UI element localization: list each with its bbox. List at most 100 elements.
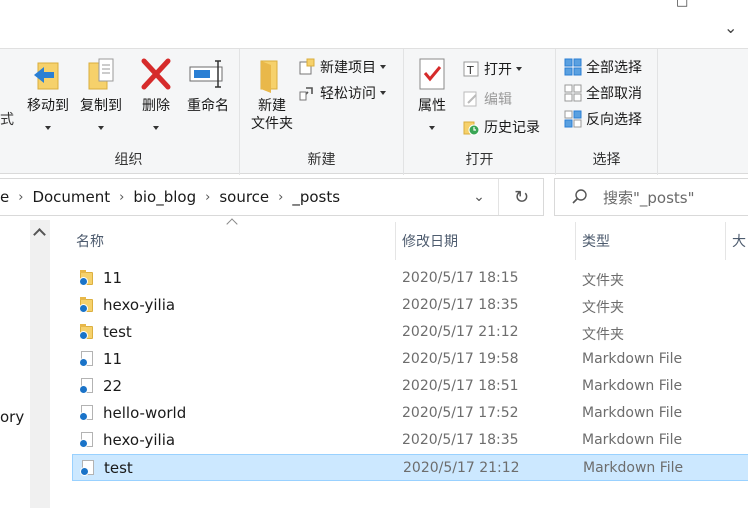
file-row[interactable]: hexo-yilia 2020/5/17 18:35 Markdown File: [72, 427, 748, 454]
properties-label: 属性: [418, 98, 446, 114]
markdown-file-icon: [80, 460, 95, 477]
edit-label: 编辑: [484, 92, 512, 108]
breadcrumb-separator-icon[interactable]: ›: [15, 190, 26, 205]
select-group-label: 选择: [592, 152, 621, 168]
ribbon-group-select: 全部选择 全部取消 反向选择 选择: [556, 49, 658, 175]
select-all-button[interactable]: 全部选择: [564, 55, 642, 79]
breadcrumb-separator-icon[interactable]: ›: [116, 190, 127, 205]
new-folder-button[interactable]: 新建 文件夹: [244, 55, 300, 133]
properties-button[interactable]: 属性: [412, 55, 452, 135]
collapse-ribbon-icon[interactable]: ⌄: [724, 18, 737, 37]
svg-text:T: T: [466, 64, 474, 77]
new-item-caret-icon: [380, 65, 386, 69]
file-row[interactable]: hello-world 2020/5/17 17:52 Markdown File: [72, 400, 748, 427]
move-to-button[interactable]: 移动到: [24, 55, 72, 135]
file-type: Markdown File: [582, 378, 683, 394]
breadcrumb-item[interactable]: source: [213, 188, 275, 206]
file-type: 文件夹: [582, 273, 624, 289]
select-none-button[interactable]: 全部取消: [564, 81, 642, 105]
search-input[interactable]: 搜索"_posts": [554, 178, 748, 216]
history-button[interactable]: 历史记录: [462, 115, 540, 139]
select-all-label: 全部选择: [586, 60, 642, 76]
ribbon-group-organize: 移动到 复制到 删除 重命名 组织: [18, 49, 240, 175]
folder-row[interactable]: hexo-yilia 2020/5/17 18:35 文件夹: [72, 292, 748, 319]
easy-access-icon: [298, 84, 316, 102]
file-type: Markdown File: [582, 351, 683, 367]
file-modified-date: 2020/5/17 17:52: [402, 405, 519, 421]
delete-button[interactable]: 删除: [136, 55, 176, 135]
file-row[interactable]: 11 2020/5/17 19:58 Markdown File: [72, 346, 748, 373]
move-to-caret-icon: [45, 126, 51, 130]
file-type: Markdown File: [582, 432, 683, 448]
delete-icon: [140, 55, 172, 93]
folder-row[interactable]: test 2020/5/17 21:12 文件夹: [72, 319, 748, 346]
properties-icon: [417, 55, 447, 93]
file-name: test: [104, 459, 133, 477]
folder-icon: [79, 270, 94, 287]
easy-access-caret-icon: [380, 91, 386, 95]
rename-button[interactable]: 重命名: [182, 55, 234, 115]
select-none-label: 全部取消: [586, 86, 642, 102]
markdown-file-icon: [79, 405, 94, 422]
navigation-scrollbar[interactable]: [30, 220, 50, 508]
breadcrumb-separator-icon[interactable]: ›: [275, 190, 286, 205]
file-name: test: [103, 323, 132, 341]
column-header-name[interactable]: 名称: [72, 222, 396, 260]
markdown-file-icon: [79, 432, 94, 449]
easy-access-label: 轻松访问: [320, 86, 376, 102]
navigation-item-label[interactable]: ory: [0, 408, 24, 426]
new-folder-label-2: 文件夹: [251, 116, 293, 132]
open-button[interactable]: T 打开: [462, 57, 522, 81]
invert-selection-button[interactable]: 反向选择: [564, 107, 642, 131]
file-modified-date: 2020/5/17 21:12: [403, 460, 520, 476]
rename-label: 重命名: [187, 98, 229, 114]
open-label: 打开: [484, 62, 512, 78]
ribbon: 式 移动到 复制到 删除 重命名 组织 新建 文件夹 新建项目 轻松访问 新建 …: [0, 48, 748, 175]
organize-group-label: 组织: [114, 152, 143, 168]
scroll-up-icon[interactable]: [33, 228, 46, 241]
select-all-icon: [564, 58, 582, 76]
column-header-size[interactable]: 大: [728, 222, 748, 260]
file-row[interactable]: 22 2020/5/17 18:51 Markdown File: [72, 373, 748, 400]
search-icon: [571, 188, 589, 206]
file-name: hello-world: [103, 404, 187, 422]
breadcrumb-item[interactable]: bio_blog: [127, 188, 202, 206]
file-type: 文件夹: [582, 327, 624, 343]
markdown-file-icon: [79, 378, 94, 395]
address-bar[interactable]: e › Document › bio_blog › source › _post…: [0, 178, 544, 216]
ribbon-cut-text: 式: [0, 112, 14, 128]
refresh-icon[interactable]: ↻: [498, 179, 544, 215]
edit-button[interactable]: 编辑: [462, 87, 512, 111]
new-folder-icon: [257, 55, 287, 93]
folder-row[interactable]: 11 2020/5/17 18:15 文件夹: [72, 265, 748, 292]
file-row[interactable]: test 2020/5/17 21:12 Markdown File: [72, 454, 748, 481]
rename-icon: [188, 55, 228, 93]
new-folder-label-1: 新建: [258, 98, 286, 114]
file-type: Markdown File: [582, 405, 683, 421]
new-item-button[interactable]: 新建项目: [298, 55, 386, 79]
maximize-icon[interactable]: □: [676, 0, 688, 9]
folder-icon: [79, 324, 94, 341]
history-icon: [462, 118, 480, 136]
new-item-label: 新建项目: [320, 60, 376, 76]
breadcrumb: e › Document › bio_blog › source › _post…: [0, 179, 346, 215]
open-icon: T: [462, 60, 480, 78]
file-modified-date: 2020/5/17 18:35: [402, 297, 519, 313]
ribbon-group-new: 新建 文件夹 新建项目 轻松访问 新建: [240, 49, 404, 175]
copy-to-button[interactable]: 复制到: [76, 55, 126, 135]
open-group-label: 打开: [465, 152, 494, 168]
breadcrumb-separator-icon[interactable]: ›: [202, 190, 213, 205]
column-header-modified[interactable]: 修改日期: [398, 222, 576, 260]
file-type: Markdown File: [583, 460, 684, 476]
column-header-type[interactable]: 类型: [578, 222, 726, 260]
file-modified-date: 2020/5/17 19:58: [402, 351, 519, 367]
easy-access-button[interactable]: 轻松访问: [298, 81, 386, 105]
file-modified-date: 2020/5/17 18:15: [402, 270, 519, 286]
file-modified-date: 2020/5/17 21:12: [402, 324, 519, 340]
address-history-dropdown-icon[interactable]: ⌄: [464, 179, 494, 215]
breadcrumb-item[interactable]: Document: [26, 188, 116, 206]
move-to-label: 移动到: [27, 98, 69, 114]
breadcrumb-item[interactable]: _posts: [286, 188, 346, 206]
breadcrumb-item[interactable]: e: [0, 188, 15, 206]
delete-caret-icon: [153, 126, 159, 130]
